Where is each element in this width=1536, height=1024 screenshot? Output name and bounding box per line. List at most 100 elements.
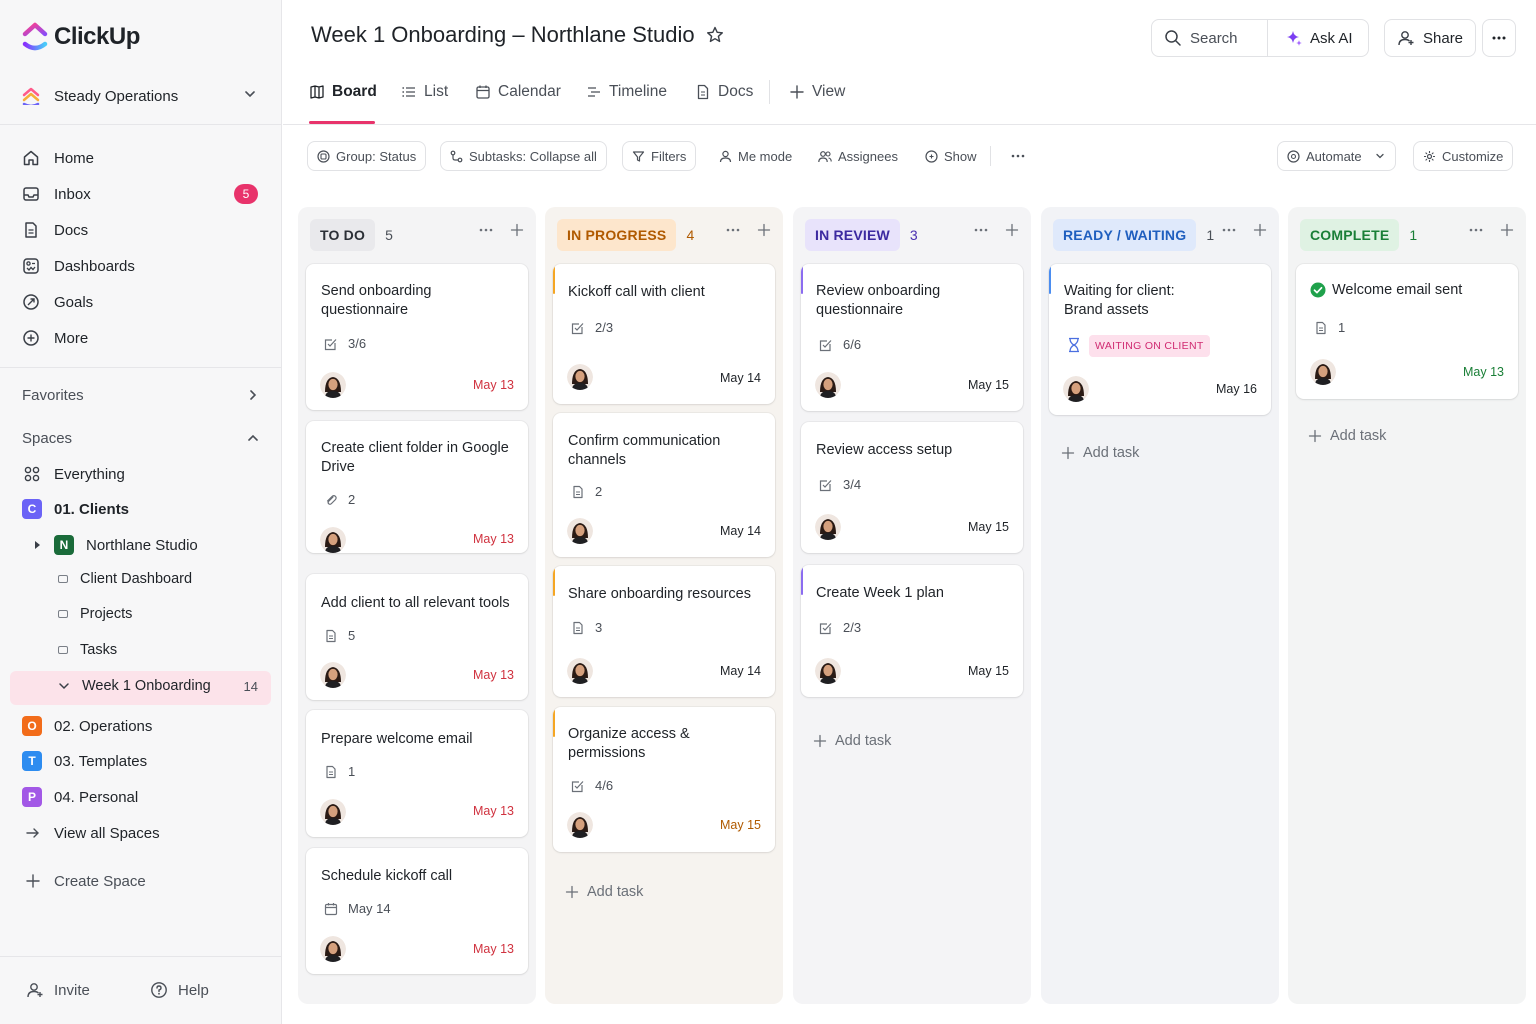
assignee-avatar[interactable] [320,372,346,398]
tab-timeline[interactable]: Timeline [586,82,667,102]
task-card[interactable]: Send onboarding questionnaire 3/6 May 13 [306,264,528,410]
ellipsis-icon[interactable] [1221,227,1237,233]
tab-list[interactable]: List [401,82,448,102]
due-date[interactable]: May 14 [720,524,761,538]
subtasks-button[interactable]: Subtasks: Collapse all [440,141,607,171]
automate-button[interactable]: Automate [1277,141,1396,171]
add-task-button[interactable]: Add task [813,733,891,749]
task-card[interactable]: Prepare welcome email 1 May 13 [306,710,528,837]
plus-icon[interactable] [1253,223,1267,237]
nav-inbox[interactable]: Inbox 5 [22,180,262,208]
share-button[interactable]: Share [1384,19,1477,57]
assignee-avatar[interactable] [1310,359,1336,385]
add-task-button[interactable]: Add task [565,884,643,900]
assignee-avatar[interactable] [320,662,346,688]
nav-home[interactable]: Home [22,144,262,172]
status-pill[interactable]: IN PROGRESS [557,219,677,251]
status-pill[interactable]: COMPLETE [1300,219,1400,251]
customize-button[interactable]: Customize [1413,141,1514,171]
assignee-avatar[interactable] [567,364,593,390]
view-all-spaces[interactable]: View all Spaces [24,824,160,842]
nav-goals[interactable]: Goals [22,288,262,316]
status-pill[interactable]: IN REVIEW [805,219,900,251]
folder-northlane[interactable]: N Northlane Studio [34,535,198,555]
due-date[interactable]: May 15 [968,378,1009,392]
show-button[interactable]: Show [916,141,986,171]
spaces-header[interactable]: Spaces [22,430,258,447]
assignee-avatar[interactable] [567,658,593,684]
assignee-avatar[interactable] [320,799,346,825]
due-date[interactable]: May 13 [1463,365,1504,379]
task-card[interactable]: Organize access & permissions 4/6 May 15 [553,707,775,852]
due-date[interactable]: May 13 [473,804,514,818]
assignee-avatar[interactable] [320,936,346,962]
filters-button[interactable]: Filters [622,141,697,171]
assignee-avatar[interactable] [815,514,841,540]
status-pill[interactable]: TO DO [310,219,376,251]
tab-docs[interactable]: Docs [695,82,753,102]
group-by-button[interactable]: Group: Status [307,141,427,171]
waiting-on-client-tag[interactable]: WAITING ON CLIENT [1089,335,1210,357]
more-options-button[interactable] [1482,19,1516,57]
due-date[interactable]: May 13 [473,668,514,682]
plus-icon[interactable] [757,223,771,237]
assignee-avatar[interactable] [320,527,346,553]
assignee-avatar[interactable] [1063,376,1089,402]
favorites-header[interactable]: Favorites [22,387,257,404]
more-filters-button[interactable] [1001,141,1035,171]
task-card[interactable]: Review access setup 3/4 May 15 [801,422,1023,553]
ellipsis-icon[interactable] [725,227,741,233]
task-card[interactable]: Welcome email sent 1 May 13 [1296,264,1518,399]
plus-icon[interactable] [510,223,524,237]
search-button[interactable]: Search [1152,20,1268,56]
star-icon[interactable] [705,25,725,45]
nav-docs[interactable]: Docs [22,216,262,244]
ellipsis-icon[interactable] [478,227,494,233]
assignee-avatar[interactable] [567,812,593,838]
ellipsis-icon[interactable] [973,227,989,233]
help-button[interactable]: Help [150,981,209,999]
due-date[interactable]: May 16 [1216,382,1257,396]
task-card[interactable]: Kickoff call with client 2/3 May 14 [553,264,775,404]
task-card[interactable]: Confirm communication channels 2 May 14 [553,413,775,557]
task-card[interactable]: Review onboarding questionnaire 6/6 May … [801,264,1023,411]
tab-add-view[interactable]: View [789,82,845,102]
task-card[interactable]: Waiting for client: Brand assets WAITING… [1049,264,1271,415]
space-everything[interactable]: Everything [22,464,125,484]
tab-calendar[interactable]: Calendar [475,82,561,102]
status-pill[interactable]: READY / WAITING [1053,219,1197,251]
assignee-avatar[interactable] [567,518,593,544]
space-operations[interactable]: O 02. Operations [22,716,152,736]
due-date[interactable]: May 15 [968,520,1009,534]
task-card[interactable]: Create client folder in Google Drive 2 M… [306,421,528,553]
nav-dashboards[interactable]: Dashboards [22,252,262,280]
tab-board[interactable]: Board [309,82,377,102]
due-date[interactable]: May 13 [473,378,514,392]
task-card[interactable]: Add client to all relevant tools 5 May 1… [306,574,528,700]
ellipsis-icon[interactable] [1468,227,1484,233]
ask-ai-button[interactable]: Ask AI [1268,20,1353,56]
workspace-switcher[interactable]: Steady Operations [22,82,262,110]
assignees-button[interactable]: Assignees [809,141,907,171]
due-date[interactable]: May 14 [720,664,761,678]
due-date[interactable]: May 15 [968,664,1009,678]
task-card[interactable]: Share onboarding resources 3 May 14 [553,566,775,697]
due-date[interactable]: May 14 [720,371,761,385]
list-client-dashboard[interactable]: Client Dashboard [58,571,192,587]
add-task-button[interactable]: Add task [1061,445,1139,461]
app-logo[interactable]: ClickUp [22,22,140,52]
nav-more[interactable]: More [22,324,262,352]
list-projects[interactable]: Projects [58,606,132,622]
plus-icon[interactable] [1500,223,1514,237]
assignee-avatar[interactable] [815,372,841,398]
create-space-button[interactable]: Create Space [24,872,146,890]
add-task-button[interactable]: Add task [1308,428,1386,444]
due-date[interactable]: May 15 [720,818,761,832]
me-mode-button[interactable]: Me mode [710,141,802,171]
assignee-avatar[interactable] [815,658,841,684]
space-templates[interactable]: T 03. Templates [22,751,147,771]
invite-button[interactable]: Invite [26,981,90,999]
task-card[interactable]: Create Week 1 plan 2/3 May 15 [801,565,1023,697]
due-date[interactable]: May 13 [473,532,514,546]
space-personal[interactable]: P 04. Personal [22,787,138,807]
